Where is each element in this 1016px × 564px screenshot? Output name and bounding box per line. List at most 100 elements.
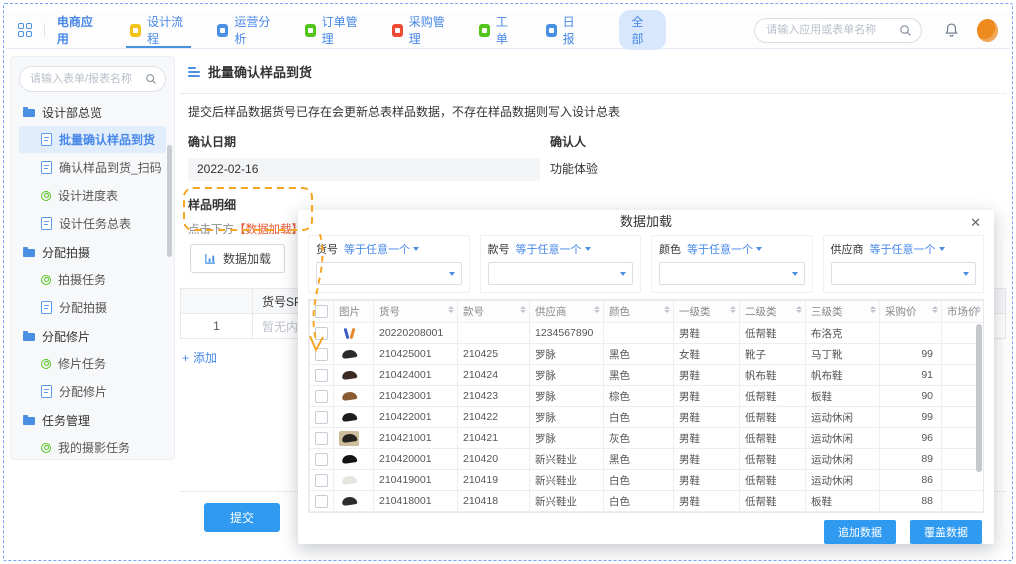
row-checkbox[interactable] <box>315 474 328 487</box>
tab-日报[interactable]: 日报 <box>546 12 583 48</box>
filter-operator-dropdown[interactable]: 等于任意一个 <box>516 241 591 257</box>
sort-icon[interactable] <box>448 306 454 313</box>
sort-icon[interactable] <box>932 306 938 313</box>
sidebar-item-修片任务[interactable]: 修片任务 <box>19 350 166 377</box>
cell: 男鞋 <box>674 449 740 470</box>
sidebar-item-label: 我的摄影任务 <box>58 439 130 456</box>
column-header-货号[interactable]: 货号 <box>374 301 458 323</box>
tab-设计流程[interactable]: 设计流程 <box>130 12 187 48</box>
column-header-采购价[interactable]: 采购价 <box>880 301 942 323</box>
sidebar-group-设计部总览[interactable]: 设计部总览 <box>11 98 174 125</box>
sidebar-tree: 设计部总览批量确认样品到货确认样品到货_扫码设计进度表设计任务总表分配拍摄拍摄任… <box>11 98 174 460</box>
tab-采购管理[interactable]: 采购管理 <box>392 12 449 48</box>
row-checkbox[interactable] <box>315 348 328 361</box>
product-image <box>339 431 359 446</box>
overwrite-data-button[interactable]: 覆盖数据 <box>910 520 982 544</box>
cell <box>942 491 985 512</box>
select-all-checkbox[interactable] <box>315 305 328 318</box>
sidebar-item-我的摄影任务[interactable]: 我的摄影任务 <box>19 434 166 460</box>
user-avatar[interactable] <box>977 19 998 42</box>
sidebar-group-分配拍摄[interactable]: 分配拍摄 <box>11 238 174 265</box>
row-checkbox[interactable] <box>315 369 328 382</box>
spu-index-header <box>181 289 253 314</box>
sort-icon[interactable] <box>520 306 526 313</box>
cell: 88 <box>880 491 942 512</box>
sidebar-item-设计进度表[interactable]: 设计进度表 <box>19 182 166 209</box>
sidebar-search-input[interactable] <box>28 72 145 86</box>
add-row-link[interactable]: + 添加 <box>182 349 217 366</box>
row-checkbox[interactable] <box>315 390 328 403</box>
nav-ecommerce-apps[interactable]: 电商应用 <box>57 13 100 47</box>
modal-table-scrollbar[interactable] <box>976 324 982 472</box>
row-checkbox[interactable] <box>315 432 328 445</box>
column-header-三级类[interactable]: 三级类 <box>806 301 880 323</box>
data-load-button[interactable]: 数据加载 <box>190 244 285 273</box>
apps-grid-icon[interactable] <box>18 23 32 37</box>
filter-operator-dropdown[interactable]: 等于任意一个 <box>870 241 945 257</box>
sort-icon[interactable] <box>870 306 876 313</box>
all-badge[interactable]: 全部 <box>619 10 667 50</box>
table-row[interactable]: 210424001210424罗脉黑色男鞋帆布鞋帆布鞋91 <box>310 365 985 386</box>
confirm-date-input[interactable]: 2022-02-16 <box>188 158 540 181</box>
sidebar-item-设计任务总表[interactable]: 设计任务总表 <box>19 210 166 237</box>
notification-bell-icon[interactable] <box>944 22 959 38</box>
sort-icon[interactable] <box>664 306 670 313</box>
table-row[interactable]: 210420001210420新兴鞋业黑色男鞋低帮鞋运动休闲89 <box>310 449 985 470</box>
column-header-款号[interactable]: 款号 <box>458 301 530 323</box>
row-checkbox[interactable] <box>315 411 328 424</box>
filter-operator-dropdown[interactable]: 等于任意一个 <box>687 241 762 257</box>
filter-value-select[interactable] <box>659 262 805 285</box>
column-header-颜色[interactable]: 颜色 <box>604 301 674 323</box>
sidebar-item-分配修片[interactable]: 分配修片 <box>19 378 166 405</box>
table-row[interactable]: 210419001210419新兴鞋业白色男鞋低帮鞋运动休闲86 <box>310 470 985 491</box>
cell: 男鞋 <box>674 491 740 512</box>
sidebar-item-分配拍摄[interactable]: 分配拍摄 <box>19 294 166 321</box>
filter-value-select[interactable] <box>831 262 977 285</box>
sidebar-scrollbar[interactable] <box>167 145 172 257</box>
sort-icon[interactable] <box>796 306 802 313</box>
table-row[interactable]: 202202080011234567890男鞋低帮鞋布洛克 <box>310 323 985 344</box>
tab-工单[interactable]: 工单 <box>479 12 516 48</box>
tab-运营分析[interactable]: 运营分析 <box>217 12 274 48</box>
form-list-icon[interactable] <box>188 67 200 77</box>
app-search-input[interactable] <box>764 23 899 37</box>
table-row[interactable]: 210422001210422罗脉白色男鞋低帮鞋运动休闲99 <box>310 407 985 428</box>
chevron-down-icon <box>792 272 798 276</box>
search-icon[interactable] <box>145 73 157 85</box>
table-row[interactable]: 210425001210425罗脉黑色女鞋靴子马丁靴99 <box>310 344 985 365</box>
sidebar-item-拍摄任务[interactable]: 拍摄任务 <box>19 266 166 293</box>
confirm-person-value: 功能体验 <box>550 160 598 177</box>
filter-operator-dropdown[interactable]: 等于任意一个 <box>344 241 419 257</box>
filter-value-select[interactable] <box>488 262 634 285</box>
cell <box>942 470 985 491</box>
nav-tabs: 设计流程运营分析订单管理采购管理工单日报 <box>130 12 612 48</box>
table-row[interactable]: 210423001210423罗脉棕色男鞋低帮鞋板鞋90 <box>310 386 985 407</box>
filter-value-select[interactable] <box>316 262 462 285</box>
tab-label: 设计流程 <box>147 13 187 47</box>
sidebar-group-label: 分配修片 <box>42 328 90 345</box>
sort-icon[interactable] <box>594 306 600 313</box>
form-fields: 确认日期 2022-02-16 确认人 功能体验 <box>188 133 1006 181</box>
cell: 低帮鞋 <box>740 428 806 449</box>
column-header-供应商[interactable]: 供应商 <box>530 301 604 323</box>
sidebar-item-确认样品到货_扫码[interactable]: 确认样品到货_扫码 <box>19 154 166 181</box>
sidebar-group-任务管理[interactable]: 任务管理 <box>11 406 174 433</box>
tab-订单管理[interactable]: 订单管理 <box>305 12 362 48</box>
sidebar-group-分配修片[interactable]: 分配修片 <box>11 322 174 349</box>
search-icon[interactable] <box>899 24 912 37</box>
document-icon <box>41 301 52 314</box>
column-header-二级类[interactable]: 二级类 <box>740 301 806 323</box>
close-icon[interactable]: ✕ <box>970 216 981 229</box>
row-checkbox[interactable] <box>315 327 328 340</box>
column-header-一级类[interactable]: 一级类 <box>674 301 740 323</box>
submit-button[interactable]: 提交 <box>204 503 280 532</box>
sort-icon[interactable] <box>975 306 981 313</box>
sort-icon[interactable] <box>730 306 736 313</box>
sidebar-item-批量确认样品到货[interactable]: 批量确认样品到货 <box>19 126 166 153</box>
row-checkbox[interactable] <box>315 453 328 466</box>
column-header-市场价[interactable]: 市场价 <box>942 301 985 323</box>
append-data-button[interactable]: 追加数据 <box>824 520 896 544</box>
table-row[interactable]: 210421001210421罗脉灰色男鞋低帮鞋运动休闲96 <box>310 428 985 449</box>
row-checkbox[interactable] <box>315 495 328 508</box>
table-row[interactable]: 210418001210418新兴鞋业白色男鞋低帮鞋板鞋88 <box>310 491 985 512</box>
